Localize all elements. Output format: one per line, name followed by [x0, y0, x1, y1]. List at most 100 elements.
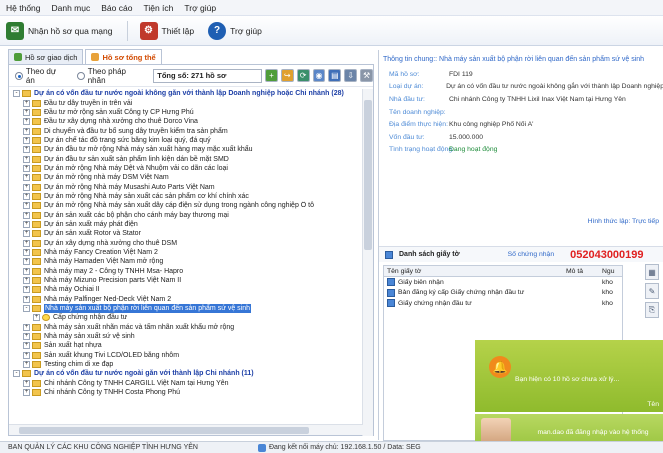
tree-row[interactable]: + Dự án chế tác đồ trang sức bằng kim loạ… — [9, 136, 363, 145]
tree-row[interactable]: + Đầu tư xây dựng nhà xưởng cho thuê Dorc… — [9, 117, 363, 126]
expand-icon[interactable]: + — [23, 230, 30, 238]
pending-notification[interactable]: 🔔 Bạn hiện có 10 hồ sơ chưa xử lý... Tên — [475, 340, 663, 412]
tree-row[interactable]: + Nhà máy Palfinger Ned-Deck Việt Nam 2 — [9, 295, 363, 304]
filter-icon[interactable]: ◉ — [312, 69, 326, 82]
expand-icon[interactable]: + — [23, 118, 30, 126]
tree-row[interactable]: - Nhà máy sản xuất bộ phận rời liên quan … — [9, 304, 363, 314]
expand-icon[interactable]: + — [23, 136, 30, 144]
tree-row[interactable]: + Sản xuất khung Tivi LCD/OLED bằng nhôm — [9, 351, 363, 360]
add-icon[interactable]: + — [264, 69, 278, 82]
expand-icon[interactable]: + — [23, 192, 30, 200]
document-row[interactable]: Giấy biên nhận kho — [384, 277, 622, 288]
tree-row[interactable]: + Dự án mở rộng Nhà máy sản xuất dây cáp … — [9, 201, 363, 210]
collapse-icon[interactable]: - — [13, 90, 20, 98]
document-name: Bản đăng ký cấp Giấy chứng nhận đầu tư — [398, 289, 525, 297]
menu-utilities[interactable]: Tiện ích — [143, 3, 173, 13]
tree-row[interactable]: + Nhà máy Fancy Creation Việt Nam 2 — [9, 248, 363, 257]
expand-icon[interactable]: + — [33, 314, 40, 322]
tab-transaction-records[interactable]: Hồ sơ giao dịch — [8, 49, 84, 64]
tree-row[interactable]: + Dự án sản xuất Rotor và Stator — [9, 229, 363, 238]
tree-row[interactable]: + Đầu tư dây truyền in trên vải — [9, 98, 363, 107]
tree-row[interactable]: + Nhà máy may 2 - Công ty TNHH Msa- Hapro — [9, 267, 363, 276]
tree-row[interactable]: - Dự án có vốn đầu tư nước ngoài gắn với … — [9, 369, 363, 378]
col-description[interactable]: Mô tả — [558, 268, 596, 275]
expand-icon[interactable]: + — [23, 295, 30, 303]
tree-row[interactable]: + Dự án mở rộng nhà máy DSM Việt Nam — [9, 173, 363, 182]
forward-icon[interactable]: ↪ — [280, 69, 294, 82]
tree-row[interactable]: + Chi nhánh Công ty TNHH Costa Phong Phú — [9, 388, 363, 397]
expand-icon[interactable]: + — [23, 220, 30, 228]
tree-row[interactable]: + Testing chim di xe đạp — [9, 360, 363, 369]
tree-horizontal-scrollbar[interactable] — [9, 424, 363, 435]
expand-icon[interactable]: + — [23, 249, 30, 257]
menu-catalog[interactable]: Danh mục — [52, 3, 91, 13]
expand-icon[interactable]: + — [23, 202, 30, 210]
menu-help[interactable]: Trợ giúp — [184, 3, 216, 13]
tree-row[interactable]: + Dự án sản xuất máy phát điện — [9, 220, 363, 229]
tree-row[interactable]: + Dự án sản xuất các bộ phận cho cánh máy… — [9, 210, 363, 219]
tree-row[interactable]: + Dự án đầu tư mở rộng Nhà máy sản xuất h… — [9, 145, 363, 154]
attach-document-icon[interactable]: ⎘ — [645, 302, 659, 318]
document-row[interactable]: Bản đăng ký cấp Giấy chứng nhận đầu tư kh… — [384, 288, 622, 299]
radio-by-project[interactable] — [15, 71, 23, 80]
expand-icon[interactable]: + — [23, 286, 30, 294]
tree-row[interactable]: + Chi nhánh Công ty TNHH CARGILL Việt Nam… — [9, 379, 363, 388]
refresh-icon[interactable]: ⟳ — [296, 69, 310, 82]
tree-row[interactable]: + Cấp chứng nhận đầu tư — [9, 313, 363, 322]
collapse-icon[interactable]: - — [23, 305, 30, 313]
tree-row[interactable]: + Sản xuất hạt nhựa — [9, 341, 363, 350]
tree-row[interactable]: + Dự án đầu tư sản xuất sản phẩm linh kiệ… — [9, 154, 363, 163]
tree-row[interactable]: + Di chuyển và đầu tư bổ sung dây truyền … — [9, 126, 363, 135]
expand-icon[interactable]: + — [23, 333, 30, 341]
tree-row[interactable]: + Dự án xây dựng nhà xưởng cho thuê DSM — [9, 239, 363, 248]
settings-button[interactable]: ⚙ Thiết lập — [139, 21, 194, 40]
col-document-name[interactable]: Tên giấy tờ — [384, 268, 558, 275]
menu-system[interactable]: Hệ thống — [6, 3, 41, 13]
expand-icon[interactable]: + — [23, 108, 30, 116]
expand-icon[interactable]: + — [23, 379, 30, 387]
tree-row[interactable]: + Nhà máy Mizuno Precision parts Việt Nam… — [9, 276, 363, 285]
expand-icon[interactable]: + — [23, 342, 30, 350]
edit-document-icon[interactable]: ✎ — [645, 283, 659, 299]
help-button[interactable]: ? Trợ giúp — [208, 21, 262, 40]
print-icon[interactable]: ▤ — [328, 69, 342, 82]
tree-row-label: Nhà máy sản xuất sứ vệ sinh — [44, 333, 135, 341]
tree-vertical-scrollbar[interactable] — [362, 89, 373, 436]
expand-icon[interactable]: + — [23, 267, 30, 275]
menu-reports[interactable]: Báo cáo — [101, 3, 132, 13]
tree-row[interactable]: + Đầu tư mở rộng sản xuất Công ty CP Hưng… — [9, 108, 363, 117]
tree-row[interactable]: + Nhà máy sản xuất sứ vệ sinh — [9, 332, 363, 341]
radio-by-entity[interactable] — [76, 71, 85, 80]
tree-row[interactable]: + Nhà máy sản xuất nhãn mác và tấm nhãn x… — [9, 323, 363, 332]
expand-icon[interactable]: + — [23, 211, 30, 219]
expand-icon[interactable]: + — [23, 258, 30, 266]
tree-row[interactable]: + Dự án mở rộng Nhà máy Musashi Auto Part… — [9, 182, 363, 191]
tree-row[interactable]: - Dự án có vốn đầu tư nước ngoài không gắ… — [9, 89, 363, 98]
tree-row-label: Dự án xây dựng nhà xưởng cho thuê DSM — [44, 239, 178, 247]
expand-icon[interactable]: + — [23, 389, 30, 397]
tree-row[interactable]: + Dự án mở rộng Nhà máy Dệt và Nhuộm vải … — [9, 164, 363, 173]
expand-icon[interactable]: + — [23, 239, 30, 247]
document-row[interactable]: Giấy chứng nhận đầu tư kho — [384, 298, 622, 309]
tree-row[interactable]: + Nhà máy Ochiai II — [9, 285, 363, 294]
view-document-icon[interactable]: ▦ — [645, 264, 659, 280]
collapse-icon[interactable]: - — [13, 370, 20, 378]
tools-icon[interactable]: ⚒ — [360, 69, 373, 82]
expand-icon[interactable]: + — [23, 361, 30, 369]
expand-icon[interactable]: + — [23, 164, 30, 172]
tab-all-records[interactable]: Hồ sơ tổng thể — [85, 49, 162, 64]
expand-icon[interactable]: + — [23, 323, 30, 331]
expand-icon[interactable]: + — [23, 174, 30, 182]
tree-row[interactable]: + Dự án mở rộng Nhà máy sản xuất các sản … — [9, 192, 363, 201]
export-icon[interactable]: ⇩ — [344, 69, 358, 82]
col-source[interactable]: Ngu — [596, 268, 622, 275]
receive-online-button[interactable]: ✉ Nhận hồ sơ qua mạng — [6, 21, 113, 40]
expand-icon[interactable]: + — [23, 183, 30, 191]
tree-row[interactable]: + Nhà máy Hamaden Việt Nam mở rộng — [9, 257, 363, 266]
expand-icon[interactable]: + — [23, 146, 30, 154]
expand-icon[interactable]: + — [23, 127, 30, 135]
expand-icon[interactable]: + — [23, 155, 30, 163]
expand-icon[interactable]: + — [23, 351, 30, 359]
expand-icon[interactable]: + — [23, 99, 30, 107]
expand-icon[interactable]: + — [23, 277, 30, 285]
